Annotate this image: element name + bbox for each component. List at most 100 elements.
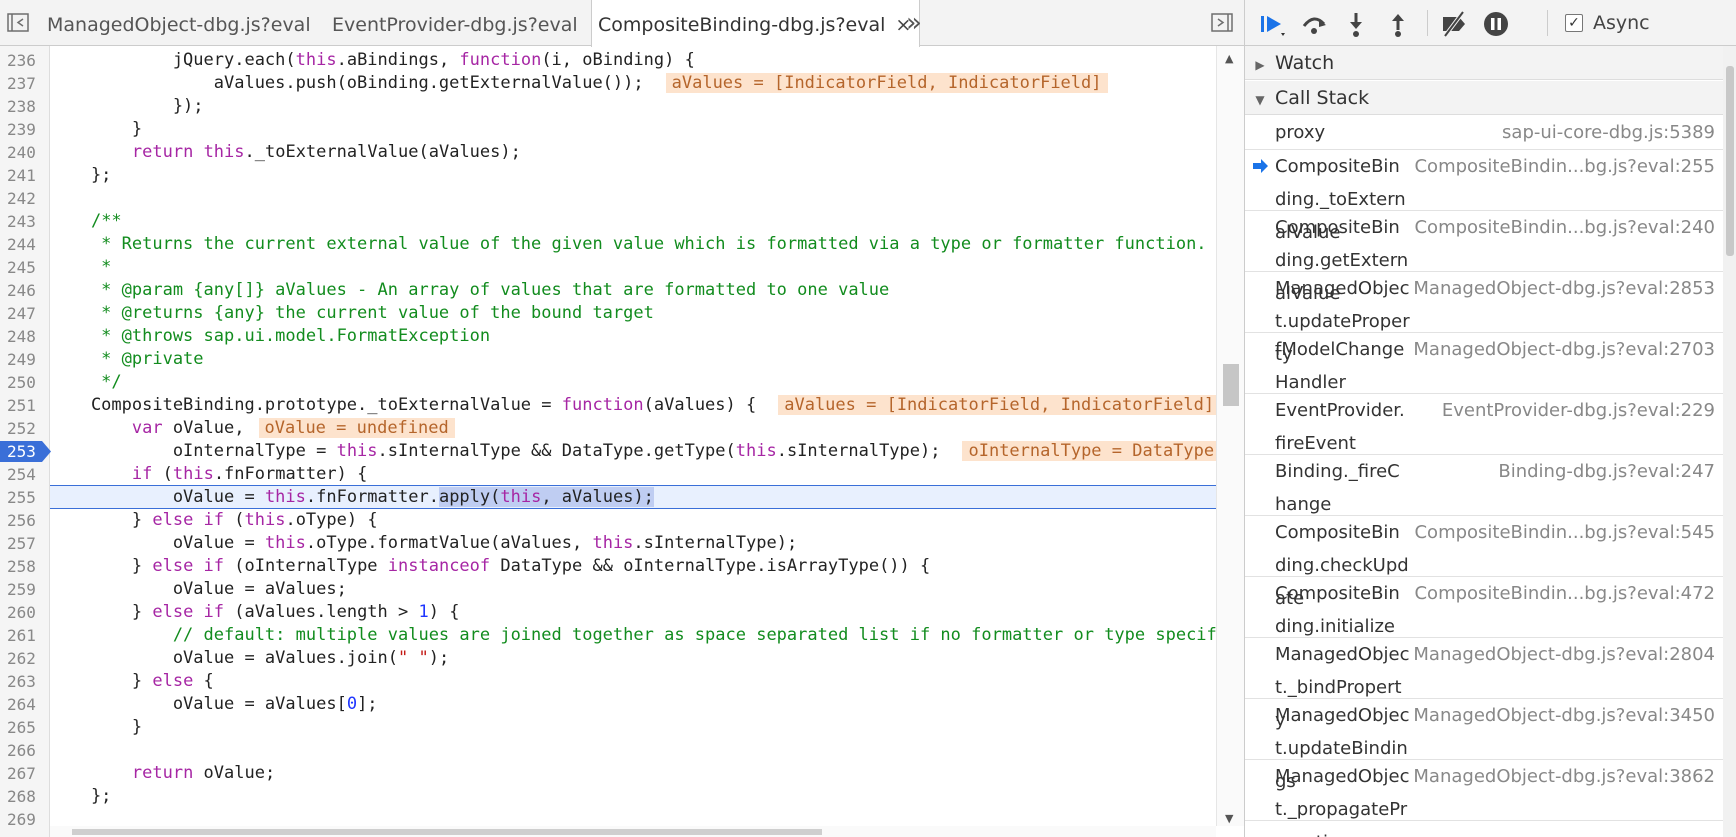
line-number[interactable]: 251	[0, 394, 44, 417]
line-number[interactable]: 262	[0, 647, 44, 670]
frame-location-link[interactable]: ManagedObject-dbg.js?eval:3450	[1413, 699, 1715, 732]
code-line[interactable]: */	[50, 371, 121, 394]
line-number[interactable]: 244	[0, 233, 44, 256]
tab-eventprovider[interactable]: EventProvider-dbg.js?eval	[332, 0, 578, 46]
line-number[interactable]: 259	[0, 578, 44, 601]
code-line[interactable]: if (this.fnFormatter) {	[50, 463, 367, 486]
code-line[interactable]: };	[50, 785, 111, 808]
call-stack-frame[interactable]: ManagedObject.updateBindings ManagedObjec…	[1245, 699, 1723, 792]
scroll-down-icon[interactable]: ▼	[1225, 812, 1233, 825]
line-number[interactable]: 267	[0, 762, 44, 785]
line-number[interactable]: 258	[0, 555, 44, 578]
line-number-gutter[interactable]: 236 237 238 239 240 241 242 243 244 245 246 247 248 2…	[0, 46, 51, 837]
call-stack-frame[interactable]: ManagedObject._bindProperty ManagedObject…	[1245, 638, 1723, 731]
code-line[interactable]: });	[50, 95, 204, 118]
code-line[interactable]: }	[50, 118, 142, 141]
code-line[interactable]: * @param {any[]} aValues - An array of v…	[50, 279, 889, 302]
line-number[interactable]: 242	[0, 187, 44, 210]
line-number[interactable]: 256	[0, 509, 44, 532]
code-line[interactable]: aValues.push(oBinding.getExternalValue()…	[50, 72, 1108, 95]
line-number[interactable]: 264	[0, 693, 44, 716]
more-tabs-icon[interactable]: »	[906, 8, 922, 38]
code-line[interactable]: * @throws sap.ui.model.FormatException	[50, 325, 490, 348]
call-stack-frame[interactable]: ManagedObject._propagatePropertiesManage…	[1245, 760, 1723, 837]
line-number[interactable]: 261	[0, 624, 44, 647]
code-line[interactable]: // default: multiple values are joined t…	[50, 624, 1216, 647]
code-line[interactable]: } else if (aValues.length > 1) {	[50, 601, 460, 624]
resume-icon[interactable]	[1257, 9, 1287, 39]
code-line[interactable]: oValue = aValues[0];	[50, 693, 378, 716]
step-over-icon[interactable]	[1299, 9, 1329, 39]
frame-location-link[interactable]: EventProvider-dbg.js?eval:229	[1442, 394, 1715, 427]
code-line[interactable]: jQuery.each(this.aBindings, function(i, …	[50, 49, 695, 72]
line-number[interactable]: 250	[0, 371, 44, 394]
frame-location-link[interactable]: CompositeBindin...bg.js?eval:545	[1414, 516, 1715, 549]
frame-location-link[interactable]: ManagedObject-dbg.js?eval:2703	[1413, 333, 1715, 366]
code-line[interactable]: *	[50, 256, 111, 279]
line-number[interactable]: 236	[0, 49, 44, 72]
code-line[interactable]: /**	[50, 210, 122, 233]
line-number[interactable]: 265	[0, 716, 44, 739]
call-stack-frame[interactable]: ManagedObject.updateProperty ManagedObjec…	[1245, 272, 1723, 365]
step-out-icon[interactable]	[1383, 9, 1413, 39]
editor-vertical-scrollbar[interactable]: ▲ ▼	[1216, 46, 1244, 826]
code-line[interactable]: * Returns the current external value of …	[50, 233, 1206, 256]
code-line[interactable]: * @returns {any} the current value of th…	[50, 302, 654, 325]
call-stack-frame[interactable]: Binding._fireChange Binding-dbg.js?eval:2…	[1245, 455, 1723, 516]
code-line[interactable]: oValue = this.oType.formatValue(aValues,…	[50, 532, 797, 555]
frame-location-link[interactable]: ManagedObject-dbg.js?eval:3862	[1413, 760, 1715, 793]
frame-location-link[interactable]: CompositeBindin...bg.js?eval:255	[1414, 150, 1715, 183]
line-number[interactable]: 253	[0, 440, 44, 463]
line-number[interactable]: 252	[0, 417, 44, 440]
code-line[interactable]: } else if (oInternalType instanceof Data…	[50, 555, 930, 578]
frame-location-link[interactable]: ManagedObject-dbg.js?eval:2853	[1413, 272, 1715, 305]
frame-location-link[interactable]: ManagedObject-dbg.js?eval:2804	[1413, 638, 1715, 671]
code-area[interactable]: jQuery.each(this.aBindings, function(i, …	[50, 46, 1216, 826]
line-number[interactable]: 243	[0, 210, 44, 233]
call-stack-frame[interactable]: proxy sap-ui-core-dbg.js:5389	[1245, 116, 1723, 150]
line-number[interactable]: 237	[0, 72, 44, 95]
code-line[interactable]: oInternalType = this.sInternalType && Da…	[50, 440, 1216, 463]
line-number[interactable]: 247	[0, 302, 44, 325]
line-number[interactable]: 254	[0, 463, 44, 486]
pause-on-exceptions-icon[interactable]	[1481, 9, 1511, 39]
line-number[interactable]: 239	[0, 118, 44, 141]
line-number[interactable]: 245	[0, 256, 44, 279]
line-number[interactable]: 263	[0, 670, 44, 693]
call-stack-frame[interactable]: EventProvider.fireEvent EventProvider-dbg…	[1245, 394, 1723, 455]
scrollbar-thumb[interactable]	[72, 829, 822, 835]
code-line[interactable]: return oValue;	[50, 762, 275, 785]
line-number[interactable]: 260	[0, 601, 44, 624]
line-number[interactable]: 248	[0, 325, 44, 348]
current-execution-line[interactable]: oValue = this.fnFormatter.apply(this, aV…	[50, 485, 1216, 509]
line-number[interactable]: 238	[0, 95, 44, 118]
call-stack-frame[interactable]: CompositeBinding._toExternalValue Composi…	[1245, 150, 1723, 243]
code-line[interactable]: * @private	[50, 348, 203, 371]
code-line[interactable]: var oValue, oValue = undefined	[50, 417, 455, 440]
call-stack-frame[interactable]: CompositeBinding.checkUpdate CompositeBin…	[1245, 516, 1723, 609]
call-stack-frame[interactable]: fModelChangeHandler ManagedObject-dbg.js?…	[1245, 333, 1723, 394]
toggle-navigator-icon[interactable]	[6, 11, 32, 35]
call-stack-section-header[interactable]: ▼ Call Stack	[1245, 81, 1736, 115]
call-stack-frame[interactable]: CompositeBinding.initialize CompositeBind…	[1245, 577, 1723, 638]
editor-horizontal-scrollbar[interactable]	[50, 826, 1216, 837]
code-line[interactable]: } else if (this.oType) {	[50, 509, 378, 532]
line-number[interactable]: 269	[0, 808, 44, 831]
call-stack-frame[interactable]: CompositeBinding.getExternalValue Composi…	[1245, 211, 1723, 304]
line-number[interactable]: 241	[0, 164, 44, 187]
tab-compositebinding[interactable]: CompositeBinding-dbg.js?eval ×	[591, 0, 921, 47]
frame-location-link[interactable]: CompositeBindin...bg.js?eval:240	[1414, 211, 1715, 244]
code-line[interactable]: oValue = aValues;	[50, 578, 347, 601]
line-number[interactable]: 246	[0, 279, 44, 302]
code-line[interactable]: }	[50, 716, 142, 739]
watch-section-header[interactable]: ▶ Watch	[1245, 46, 1736, 80]
code-line[interactable]: oValue = aValues.join(" ");	[50, 647, 449, 670]
line-number[interactable]: 268	[0, 785, 44, 808]
line-number[interactable]: 257	[0, 532, 44, 555]
scroll-up-icon[interactable]: ▲	[1225, 52, 1233, 65]
tab-managedobject[interactable]: ManagedObject-dbg.js?eval	[47, 0, 311, 46]
deactivate-breakpoints-icon[interactable]	[1439, 9, 1469, 39]
line-number[interactable]: 249	[0, 348, 44, 371]
step-into-icon[interactable]	[1341, 9, 1371, 39]
async-checkbox[interactable]: ✓	[1565, 14, 1583, 32]
